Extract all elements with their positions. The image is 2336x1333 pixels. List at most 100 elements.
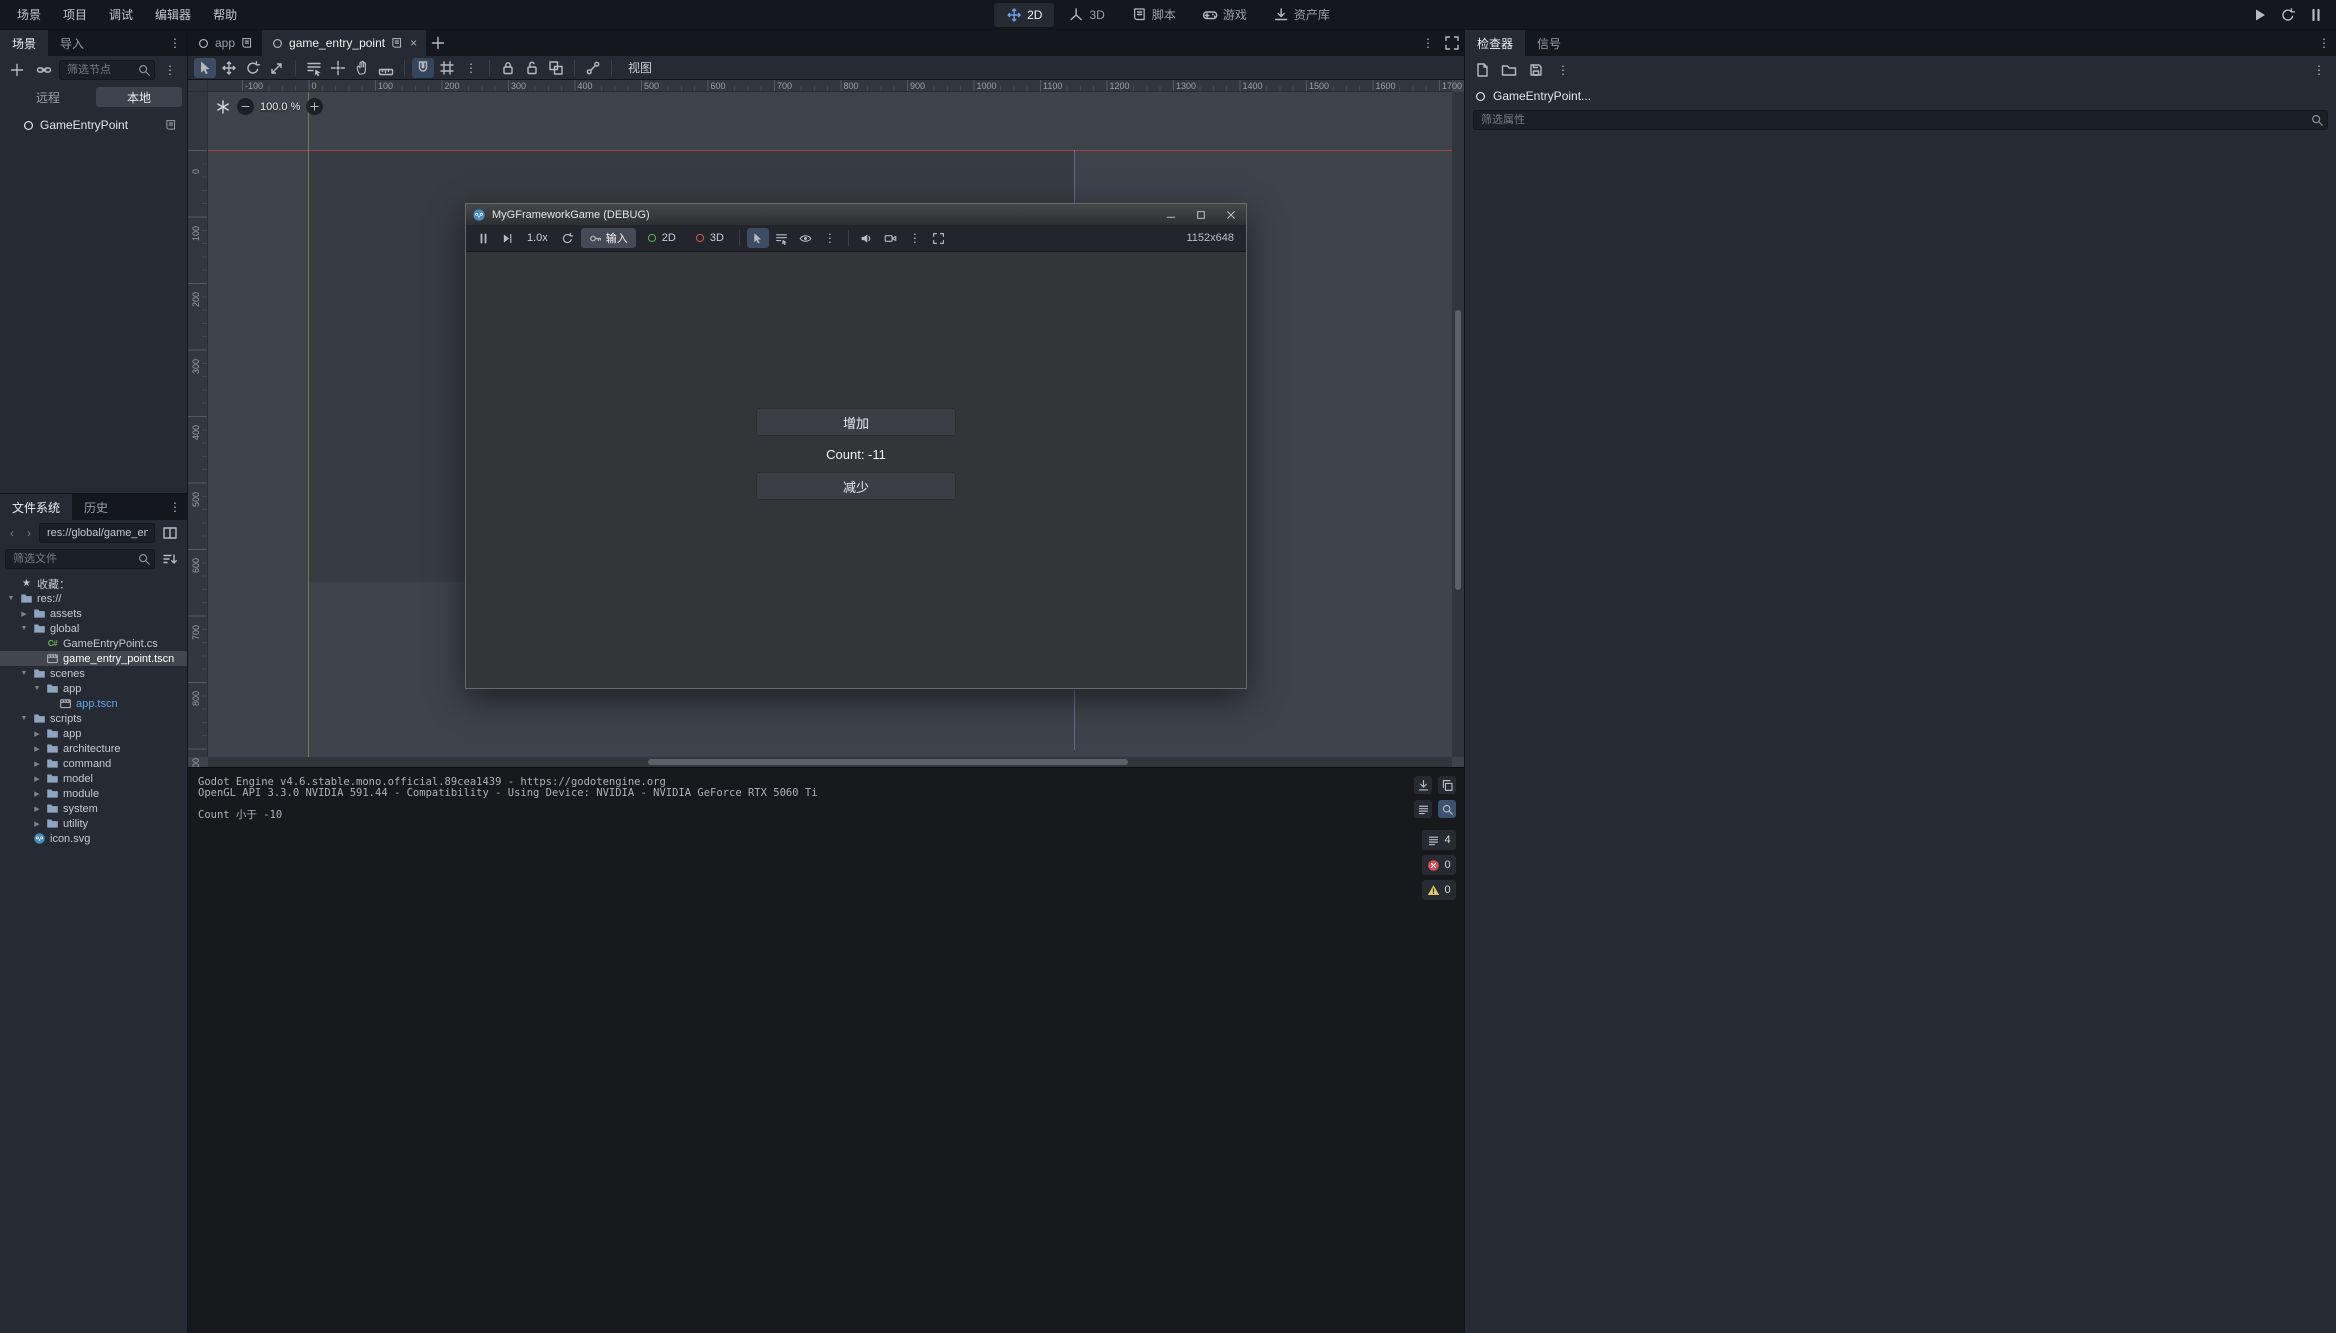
menu-item[interactable]: 帮助 <box>202 0 248 29</box>
tree-closed-icon[interactable]: ▶ <box>32 745 42 753</box>
horizontal-scrollbar[interactable] <box>208 757 1452 767</box>
tool-lock[interactable] <box>497 58 519 78</box>
tree-closed-icon[interactable]: ▶ <box>32 760 42 768</box>
camera-options-button[interactable]: ⋮ <box>904 228 926 248</box>
attached-script-icon[interactable] <box>164 119 177 132</box>
zoom-in-button[interactable] <box>306 98 323 115</box>
scene-tab-app[interactable]: app <box>188 30 262 56</box>
inspector-dock-menu-button[interactable]: ⋮ <box>2312 31 2336 55</box>
fs-tree-item[interactable]: game_entry_point.tscn <box>0 651 187 666</box>
scene-dock-menu-button[interactable]: ⋮ <box>163 31 187 55</box>
error-count-badge[interactable]: 0 <box>1422 855 1456 875</box>
search-log-button[interactable] <box>1438 800 1456 818</box>
fs-tree-item[interactable]: C#GameEntryPoint.cs <box>0 636 187 651</box>
restart-game-button[interactable] <box>557 228 579 248</box>
scene-tree-root-node[interactable]: GameEntryPoint <box>0 114 187 136</box>
menu-item[interactable]: 场景 <box>6 0 52 29</box>
load-resource-button[interactable] <box>1497 58 1521 82</box>
vertical-scrollbar[interactable] <box>1452 92 1464 757</box>
fs-tree-item[interactable]: ▶app <box>0 726 187 741</box>
window-maximize-button[interactable] <box>1186 204 1216 225</box>
speed-label[interactable]: 1.0x <box>520 232 555 244</box>
hscroll-thumb[interactable] <box>648 759 1128 765</box>
fs-tree-item[interactable]: ▶architecture <box>0 741 187 756</box>
add-node-button[interactable] <box>5 58 29 82</box>
game-window-titlebar[interactable]: MyGFrameworkGame (DEBUG) <box>466 204 1246 225</box>
restart-button[interactable] <box>2276 3 2300 27</box>
tab-inspector[interactable]: 检查器 <box>1465 30 1525 56</box>
tool-ruler[interactable] <box>375 58 397 78</box>
tab-import[interactable]: 导入 <box>48 30 96 56</box>
fs-tree-item[interactable]: ▶model <box>0 771 187 786</box>
fs-tree-item[interactable]: ★收藏： <box>0 576 187 591</box>
fs-tree-item[interactable]: ▶utility <box>0 816 187 831</box>
menu-item[interactable]: 编辑器 <box>144 0 202 29</box>
inspected-object-row[interactable]: GameEntryPoint... <box>1465 84 2336 108</box>
fs-tree-item[interactable]: ▼scripts <box>0 711 187 726</box>
tool-rotate[interactable] <box>242 58 264 78</box>
increase-button[interactable]: 增加 <box>756 408 956 436</box>
zoom-out-button[interactable] <box>237 98 254 115</box>
filter-properties-input[interactable] <box>1473 110 2328 130</box>
input-mode-toggle[interactable]: 输入 <box>581 228 636 248</box>
tree-open-icon[interactable]: ▼ <box>19 625 29 632</box>
select-mode-button[interactable] <box>747 228 769 248</box>
tree-open-icon[interactable]: ▼ <box>19 715 29 722</box>
fs-tree-item[interactable]: ▼res:// <box>0 591 187 606</box>
menu-item[interactable]: 项目 <box>52 0 98 29</box>
local-button[interactable]: 本地 <box>96 87 182 107</box>
distraction-free-button[interactable] <box>1440 31 1464 55</box>
camera-override-button[interactable] <box>880 228 902 248</box>
menu-item[interactable]: 调试 <box>98 0 144 29</box>
screen-tab-游戏[interactable]: 游戏 <box>1190 3 1259 27</box>
fs-tree-item[interactable]: ▼global <box>0 621 187 636</box>
tool-magnet[interactable] <box>412 58 434 78</box>
filter-files-input[interactable] <box>5 549 155 569</box>
output-panel[interactable]: Godot Engine v4.6.stable.mono.official.8… <box>188 767 1464 1333</box>
fs-tree-item[interactable]: ▶assets <box>0 606 187 621</box>
tree-open-icon[interactable]: ▼ <box>19 670 29 677</box>
inspector-menu-button[interactable]: ⋮ <box>2307 58 2331 82</box>
decrease-button[interactable]: 减少 <box>756 472 956 500</box>
tab-scene[interactable]: 场景 <box>0 30 48 56</box>
horizontal-ruler[interactable]: -100010020030040050060070080090010001100… <box>208 80 1452 92</box>
instance-scene-button[interactable] <box>32 58 56 82</box>
scene-tree-menu-button[interactable]: ⋮ <box>158 58 182 82</box>
file-sort-button[interactable] <box>158 547 182 571</box>
filesystem-menu-button[interactable]: ⋮ <box>163 495 187 519</box>
selection-options-button[interactable]: ⋮ <box>819 228 841 248</box>
vertical-ruler[interactable]: 0100200300400500600700800900 <box>188 92 208 757</box>
canvas-area[interactable]: 100.0 % MyGFrameworkGame (DEBUG) <box>208 92 1452 757</box>
tool-pivot[interactable] <box>327 58 349 78</box>
lines-count-badge[interactable]: 4 <box>1422 830 1456 850</box>
tool-list-select[interactable] <box>303 58 325 78</box>
embed-fullscreen-button[interactable] <box>928 228 950 248</box>
zoom-level-label[interactable]: 100.0 % <box>260 101 300 113</box>
center-view-icon[interactable] <box>215 99 231 115</box>
scroll-to-bottom-button[interactable] <box>1414 776 1432 794</box>
save-resource-button[interactable] <box>1524 58 1548 82</box>
tree-closed-icon[interactable]: ▶ <box>32 730 42 738</box>
tree-open-icon[interactable]: ▼ <box>32 685 42 692</box>
tree-closed-icon[interactable]: ▶ <box>32 820 42 828</box>
fs-tree-item[interactable]: ▼scenes <box>0 666 187 681</box>
tree-closed-icon[interactable]: ▶ <box>32 775 42 783</box>
play-button[interactable] <box>2248 3 2272 27</box>
tool-unlock[interactable] <box>521 58 543 78</box>
tool-group[interactable] <box>545 58 567 78</box>
new-scene-tab-button[interactable] <box>426 31 450 55</box>
vscroll-thumb[interactable] <box>1455 310 1461 590</box>
tool-select[interactable] <box>194 58 216 78</box>
tree-open-icon[interactable]: ▼ <box>6 595 16 602</box>
tool-pan[interactable] <box>351 58 373 78</box>
fs-tree-item[interactable]: ▼app <box>0 681 187 696</box>
toggle-split-mode-button[interactable] <box>158 521 182 545</box>
tool-move[interactable] <box>218 58 240 78</box>
next-frame-button[interactable] <box>496 228 518 248</box>
screen-tab-3d[interactable]: 3D <box>1056 3 1116 27</box>
window-close-button[interactable] <box>1216 204 1246 225</box>
tool-more[interactable]: ⋮ <box>460 58 482 78</box>
fs-tree-item[interactable]: ▶module <box>0 786 187 801</box>
warning-count-badge[interactable]: 0 <box>1422 880 1456 900</box>
fs-tree-item[interactable]: ▶command <box>0 756 187 771</box>
